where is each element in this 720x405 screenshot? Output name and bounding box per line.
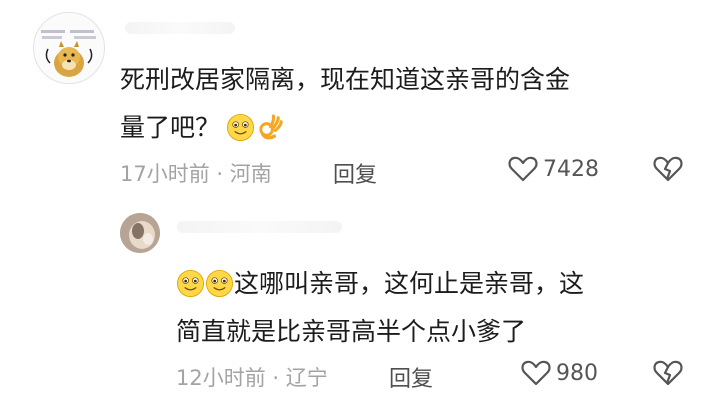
grin-emoji-icon [226, 113, 255, 142]
user-avatar-icon [120, 213, 160, 253]
avatar[interactable] [120, 213, 160, 253]
like-button[interactable]: 980 [521, 359, 598, 387]
username-blurred[interactable] [125, 22, 235, 34]
comment-text-line: 量了吧？ [120, 113, 221, 142]
heart-icon [521, 360, 551, 386]
doge-avatar-icon [34, 13, 104, 83]
broken-heart-icon [653, 156, 683, 182]
comment-text-line: 死刑改居家隔离，现在知道这亲哥的含金 [120, 65, 571, 94]
comment-text: 这哪叫亲哥，这何止是亲哥，这 简直就是比亲哥高半个点小爹了 [176, 260, 696, 356]
like-count: 7428 [543, 156, 599, 182]
dislike-button[interactable] [653, 155, 683, 183]
meta-separator: · [216, 162, 224, 186]
heart-icon [508, 156, 538, 182]
avatar[interactable] [33, 12, 105, 84]
comment-text: 死刑改居家隔离，现在知道这亲哥的含金 量了吧？ [120, 56, 680, 152]
reply-button[interactable]: 回复 [389, 361, 433, 393]
location: 辽宁 [285, 366, 328, 390]
username-blurred[interactable] [177, 221, 342, 233]
comment-text-line: 简直就是比亲哥高半个点小爹了 [176, 317, 527, 346]
location: 河南 [229, 162, 272, 186]
timestamp: 12小时前 [176, 366, 266, 390]
broken-heart-icon [653, 360, 683, 386]
like-button[interactable]: 7428 [508, 155, 599, 183]
comment-meta: 17小时前 · 河南 [120, 158, 272, 188]
comment-text-line: 这哪叫亲哥，这何止是亲哥，这 [234, 269, 585, 298]
timestamp: 17小时前 [120, 162, 210, 186]
grin-emoji-icon [205, 269, 234, 298]
like-count: 980 [556, 360, 598, 386]
reply-button[interactable]: 回复 [333, 157, 377, 189]
dislike-button[interactable] [653, 359, 683, 387]
grin-emoji-icon [176, 269, 205, 298]
comment-meta: 12小时前 · 辽宁 [176, 362, 328, 392]
meta-separator: · [272, 366, 280, 390]
ok-hand-emoji-icon [259, 114, 283, 140]
